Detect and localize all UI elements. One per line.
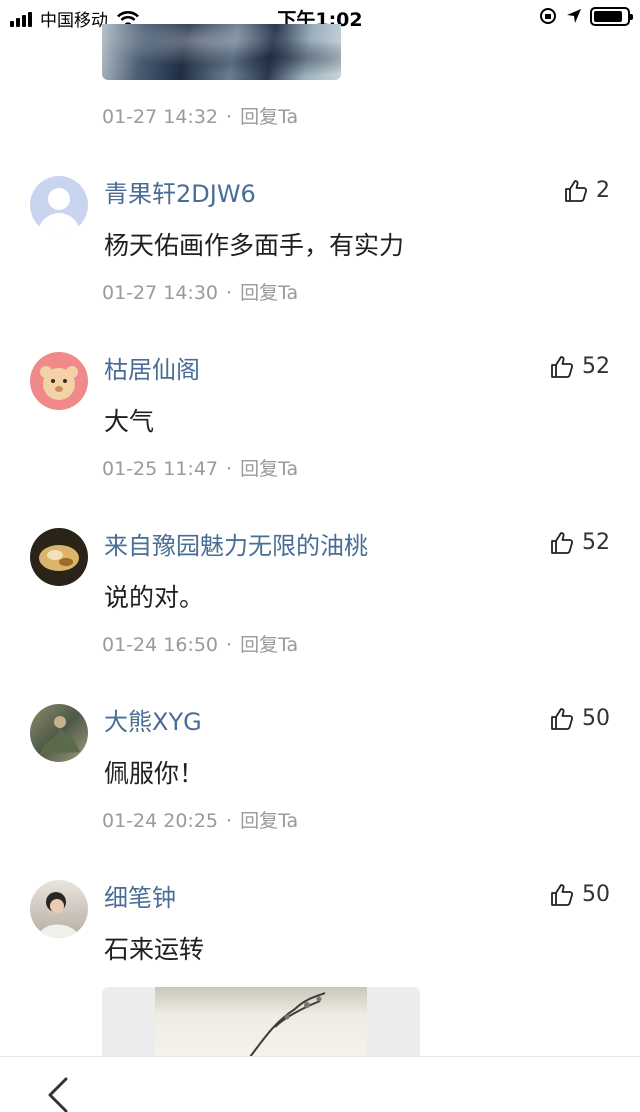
reply-button[interactable]: 回复Ta xyxy=(240,106,298,128)
avatar[interactable] xyxy=(30,704,88,762)
like-button[interactable]: 2 xyxy=(564,178,610,203)
thumbs-up-icon xyxy=(565,179,588,202)
comment-meta: 01-25 11:47 · 回复Ta xyxy=(102,458,299,480)
avatar[interactable] xyxy=(30,880,88,938)
comment-meta: 01-27 14:32 · 回复Ta xyxy=(102,106,299,128)
like-button[interactable]: 50 xyxy=(550,882,610,907)
username[interactable]: 枯居仙阁 xyxy=(104,350,200,385)
battery-icon xyxy=(590,6,633,26)
comment-date: 01-27 14:32 xyxy=(102,106,219,128)
avatar[interactable] xyxy=(30,352,88,410)
comment-date: 01-24 20:25 xyxy=(102,810,219,832)
comment-image[interactable] xyxy=(102,24,341,80)
comment-text: 杨天佑画作多面手，有实力 xyxy=(104,231,405,260)
bottom-toolbar xyxy=(0,1056,640,1112)
reply-button[interactable]: 回复Ta xyxy=(240,810,298,832)
reply-button[interactable]: 回复Ta xyxy=(240,458,298,480)
like-button[interactable]: 52 xyxy=(550,354,610,379)
comment-date: 01-24 16:50 xyxy=(102,634,219,656)
comment-meta: 01-24 16:50 · 回复Ta xyxy=(102,634,299,656)
comment-meta: 01-24 20:25 · 回复Ta xyxy=(102,810,299,832)
thumbs-up-icon xyxy=(551,707,574,730)
chevron-left-icon[interactable] xyxy=(40,1075,74,1112)
reply-button[interactable]: 回复Ta xyxy=(240,282,298,304)
comment-text: 大气 xyxy=(104,407,155,436)
comment-text: 石来运转 xyxy=(104,935,205,964)
username[interactable]: 来自豫园魅力无限的油桃 xyxy=(104,526,368,561)
username[interactable]: 青果轩2DJW6 xyxy=(104,174,256,209)
comment-date: 01-25 11:47 xyxy=(102,458,219,480)
like-count: 50 xyxy=(582,882,610,907)
like-count: 52 xyxy=(582,530,610,555)
comment-image[interactable] xyxy=(102,987,420,1057)
reply-button[interactable]: 回复Ta xyxy=(240,634,298,656)
username[interactable]: 大熊XYG xyxy=(104,702,202,737)
username[interactable]: 细笔钟 xyxy=(104,878,176,913)
avatar[interactable] xyxy=(30,176,88,234)
comment-date: 01-27 14:30 xyxy=(102,282,219,304)
like-count: 50 xyxy=(582,706,610,731)
like-button[interactable]: 50 xyxy=(550,706,610,731)
comment-text: 佩服你！ xyxy=(104,759,205,788)
thumbs-up-icon xyxy=(551,355,574,378)
orientation-lock-icon xyxy=(540,8,556,24)
like-count: 52 xyxy=(582,354,610,379)
avatar[interactable] xyxy=(30,528,88,586)
comment-text: 说的对。 xyxy=(104,583,205,612)
like-button[interactable]: 52 xyxy=(550,530,610,555)
thumbs-up-icon xyxy=(551,883,574,906)
comment-meta: 01-27 14:30 · 回复Ta xyxy=(102,282,299,304)
location-icon xyxy=(567,9,581,23)
thumbs-up-icon xyxy=(551,531,574,554)
like-count: 2 xyxy=(596,178,610,203)
